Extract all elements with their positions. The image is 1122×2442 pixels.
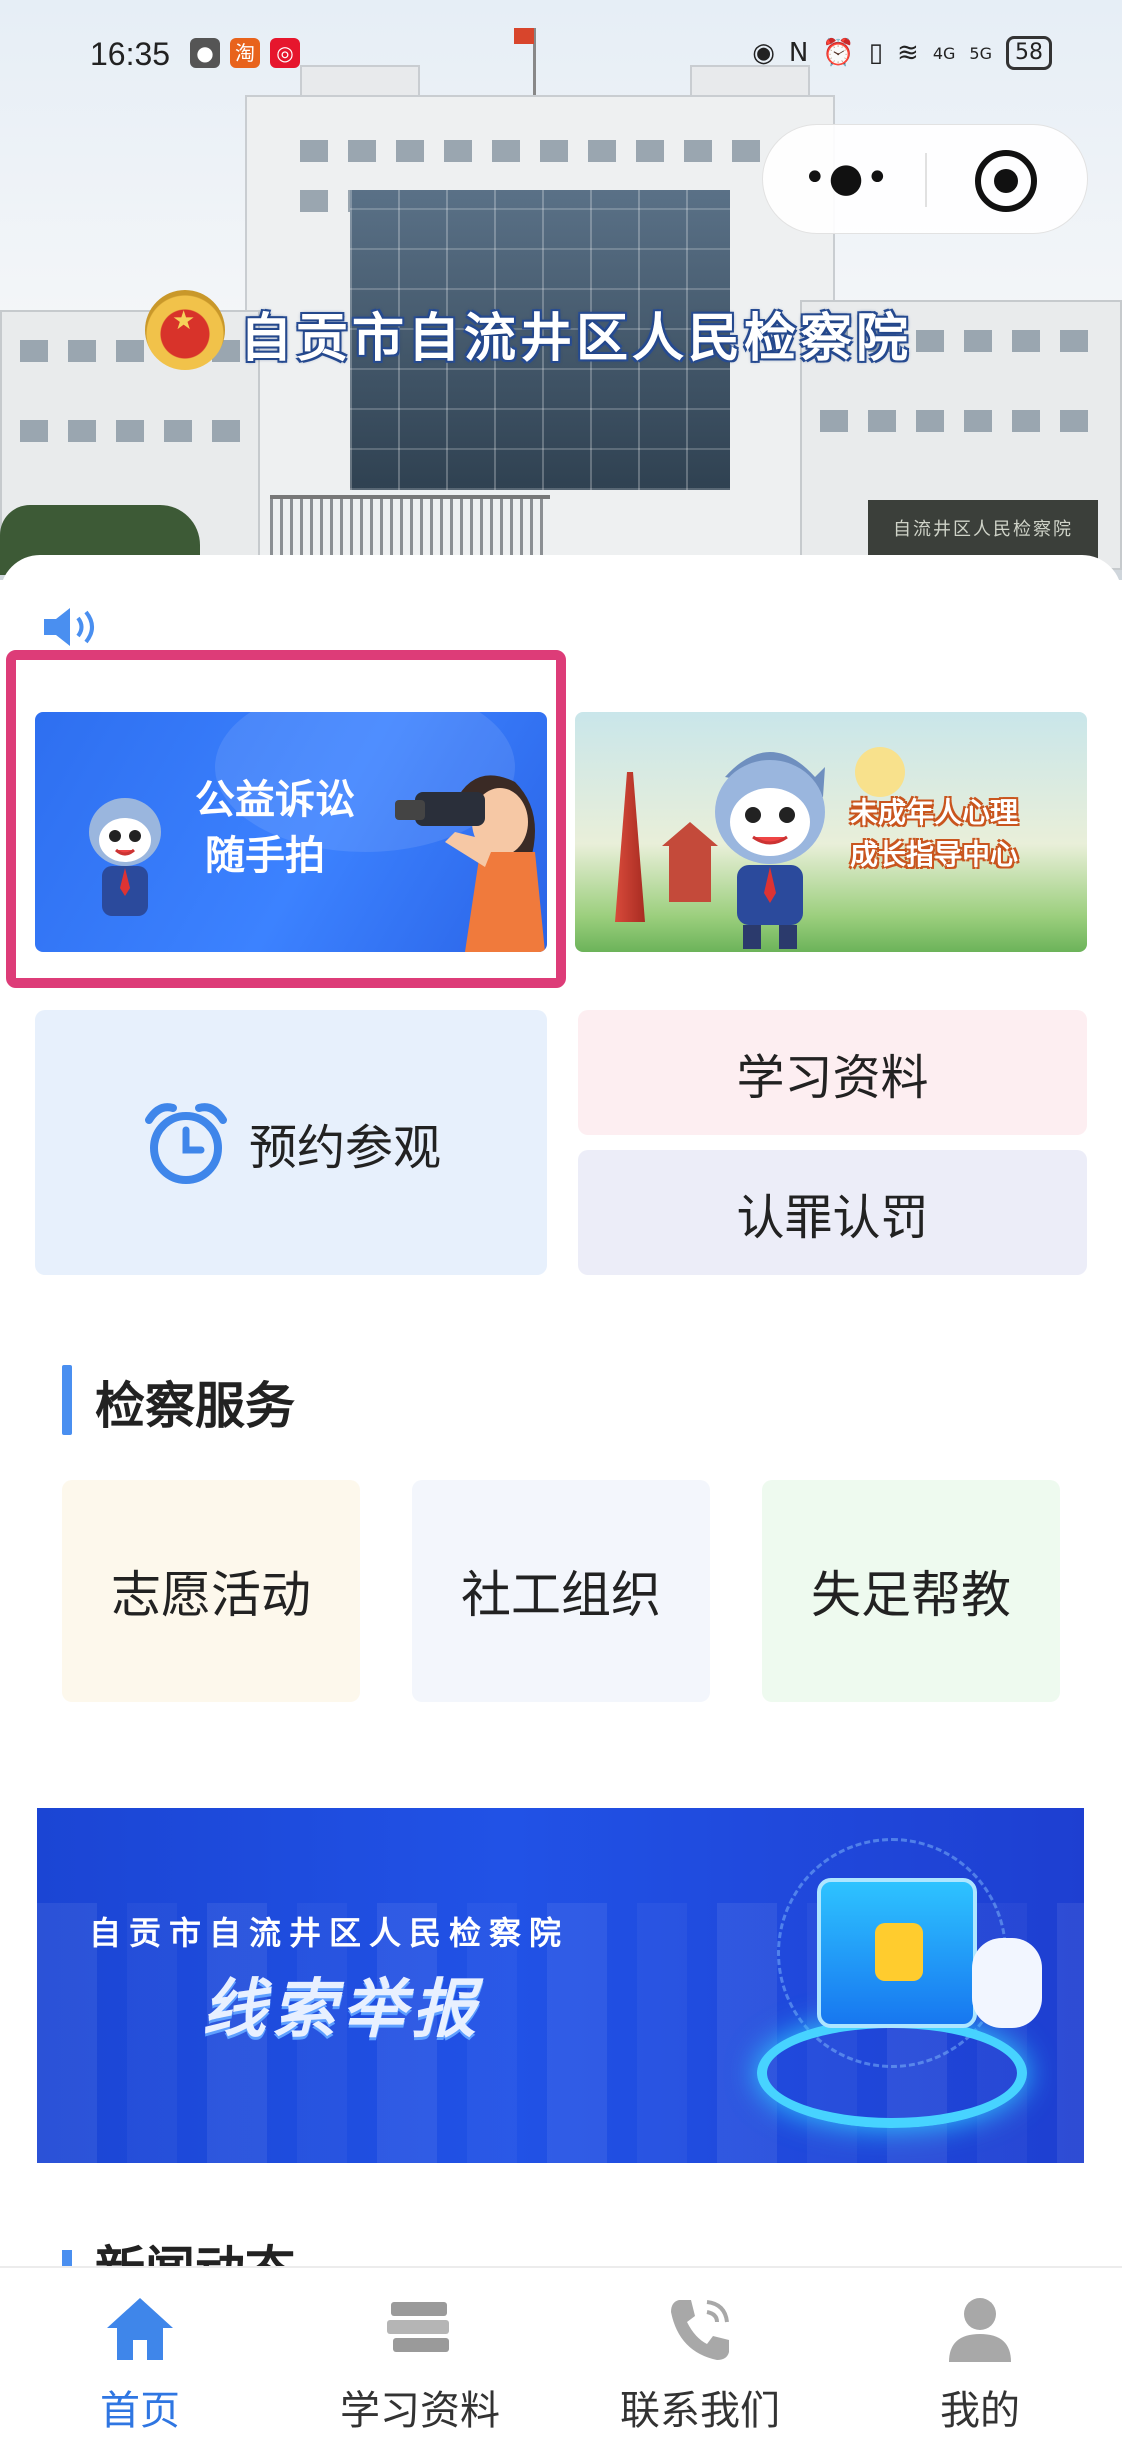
book-visit-label: 预约参观: [248, 1119, 441, 1176]
services-section-title: 检察服务: [95, 1377, 295, 1435]
home-icon: [107, 2298, 173, 2360]
tab-label: 学习资料: [340, 2388, 500, 2434]
youth-center-line1: 未成年人心理: [850, 796, 1019, 829]
service-volunteer-tile[interactable]: 志愿活动: [62, 1480, 360, 1702]
clue-report-banner[interactable]: 自贡市自流井区人民检察院 线索举报: [37, 1808, 1084, 2163]
battery-indicator: 58: [1006, 36, 1052, 70]
service-label: 社工组织: [461, 1566, 661, 1624]
app-page: 自流井区人民检察院 ★ 自贡市自流井区人民检察院 16:35 ● 淘 ◎ ◉ N…: [0, 0, 1122, 2442]
signal-4g-icon: 4G: [932, 43, 956, 63]
nfc-icon: N: [788, 38, 809, 68]
hero-title: 自贡市自流井区人民检察院: [240, 308, 913, 369]
youth-center-banner[interactable]: 未成年人心理 成长指导中心: [575, 712, 1087, 952]
taobao-icon: 淘: [230, 38, 260, 68]
tab-mine[interactable]: 我的: [840, 2268, 1120, 2442]
speaker-icon[interactable]: [40, 602, 110, 652]
lock-icon: [875, 1923, 923, 1981]
eye-icon: ◉: [752, 38, 775, 68]
public-interest-line2: 随手拍: [205, 833, 325, 879]
book-visit-tile[interactable]: 预约参观: [35, 1010, 547, 1275]
weibo-icon: ◎: [270, 38, 300, 68]
service-rehab-tile[interactable]: 失足帮教: [762, 1480, 1060, 1702]
public-interest-banner[interactable]: 公益诉讼 随手拍: [35, 712, 547, 952]
astronaut-icon: [972, 1938, 1042, 2028]
building-plaque: 自流井区人民检察院: [868, 500, 1098, 560]
tab-label: 我的: [940, 2388, 1020, 2434]
status-bar: 16:35 ● 淘 ◎ ◉ N ⏰ ▯ ≋ 4G 5G 58: [0, 0, 1122, 110]
study-materials-label: 学习资料: [736, 1049, 929, 1106]
report-subtitle: 自贡市自流井区人民检察院: [89, 1914, 570, 1952]
study-materials-tile[interactable]: 学习资料: [578, 1010, 1087, 1135]
alarm-icon: ⏰: [822, 38, 855, 68]
bottom-tab-bar: 首页 学习资料 联系我们 我的: [0, 2266, 1122, 2442]
report-title: 线索举报: [202, 1973, 482, 2047]
wechat-icon: ●: [190, 38, 220, 68]
miniprogram-capsule: •●•: [762, 124, 1088, 234]
vibrate-icon: ▯: [868, 38, 884, 68]
status-time: 16:35: [90, 36, 171, 72]
target-close-icon[interactable]: [975, 150, 1037, 212]
section-accent-bar: [62, 1365, 72, 1435]
youth-center-line2: 成长指导中心: [850, 838, 1019, 871]
phone-icon: [671, 2300, 729, 2360]
mascot-icon: [715, 752, 825, 949]
service-label: 失足帮教: [811, 1566, 1011, 1624]
service-social-work-tile[interactable]: 社工组织: [412, 1480, 710, 1702]
wifi-icon: ≋: [897, 38, 919, 68]
plea-tile[interactable]: 认罪认罚: [578, 1150, 1087, 1275]
tab-label: 首页: [100, 2388, 180, 2434]
tab-home[interactable]: 首页: [0, 2268, 280, 2442]
books-icon: [387, 2302, 449, 2352]
tab-label: 联系我们: [620, 2388, 780, 2434]
tab-contact[interactable]: 联系我们: [560, 2268, 840, 2442]
user-icon: [949, 2298, 1011, 2362]
plea-label: 认罪认罚: [736, 1189, 929, 1246]
alarm-clock-icon: [144, 1102, 227, 1184]
mascot-icon: [89, 798, 161, 916]
tab-study[interactable]: 学习资料: [280, 2268, 560, 2442]
public-interest-line1: 公益诉讼: [195, 777, 355, 823]
photographer-icon: [395, 775, 545, 952]
signal-5g-icon: 5G: [969, 43, 992, 63]
service-label: 志愿活动: [111, 1566, 311, 1624]
more-dots-icon[interactable]: •●•: [803, 158, 891, 198]
